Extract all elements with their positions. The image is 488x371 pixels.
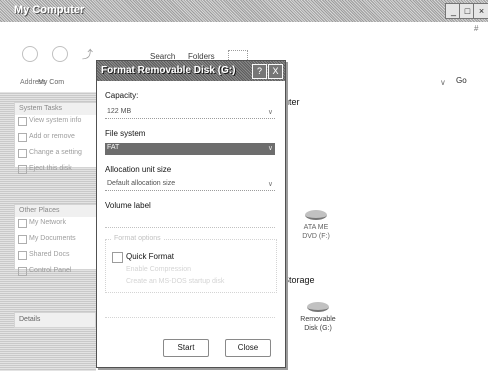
task-pane: System Tasks View system info Add or rem… <box>0 92 98 371</box>
task-item[interactable]: Change a setting <box>15 147 97 163</box>
chevron-down-icon: ∨ <box>267 181 273 188</box>
system-tasks-panel: System Tasks View system info Add or rem… <box>14 102 98 174</box>
dvd-drive-label: ATA ME DVD (F:) <box>302 224 330 240</box>
quick-format-label: Quick Format <box>126 252 175 261</box>
place-icon <box>18 235 27 244</box>
place-item[interactable]: My Network <box>15 217 97 233</box>
volume-label-input[interactable] <box>105 215 275 228</box>
format-options-group: Format options Quick Format Enable Compr… <box>105 235 277 293</box>
allocation-value: Default allocation size <box>107 180 176 187</box>
up-folder-icon[interactable]: ⤴ <box>82 46 93 62</box>
system-tasks-header[interactable]: System Tasks <box>15 103 97 115</box>
address-dropdown-icon[interactable]: ∨ <box>440 78 446 87</box>
format-dialog: Format Removable Disk (G:) ? X Capacity:… <box>96 60 286 368</box>
removable-drive[interactable]: Removable Disk (G:) <box>294 302 342 333</box>
filesystem-label: File system <box>105 129 146 138</box>
filesystem-value: FAT <box>107 144 120 151</box>
address-input[interactable]: My Com <box>38 79 64 86</box>
corner-mark: # <box>474 24 479 33</box>
place-item[interactable]: Control Panel <box>15 265 97 281</box>
place-icon <box>18 267 27 276</box>
go-button[interactable]: Go <box>456 76 484 90</box>
task-icon <box>18 117 27 126</box>
task-icon <box>18 165 27 174</box>
window-title: My Computer <box>14 4 85 16</box>
place-item[interactable]: My Documents <box>15 233 97 249</box>
details-header[interactable]: Details <box>14 312 96 328</box>
task-icon <box>18 133 27 142</box>
help-button[interactable]: ? <box>252 64 267 79</box>
section-heading-storage: Storage <box>283 275 315 285</box>
other-places-header[interactable]: Other Places <box>15 205 97 217</box>
start-button[interactable]: Start <box>163 339 209 357</box>
dialog-title: Format Removable Disk (G:) <box>101 65 236 76</box>
progress-bar <box>105 305 275 318</box>
capacity-select[interactable]: 122 MB ∨ <box>105 107 275 119</box>
back-button[interactable] <box>22 46 38 62</box>
close-window-button[interactable]: × <box>473 3 488 19</box>
dialog-close-button[interactable]: X <box>268 64 283 79</box>
task-icon <box>18 149 27 158</box>
filesystem-select[interactable]: FAT ∨ <box>105 143 275 155</box>
place-icon <box>18 251 27 260</box>
allocation-select[interactable]: Default allocation size ∨ <box>105 179 275 191</box>
dialog-title-bar[interactable]: Format Removable Disk (G:) ? X <box>97 61 285 81</box>
removable-drive-icon <box>307 302 329 312</box>
task-item[interactable]: Add or remove <box>15 131 97 147</box>
dvd-drive[interactable]: ATA ME DVD (F:) <box>296 210 336 241</box>
chevron-down-icon: ∨ <box>267 109 273 116</box>
format-options-title: Format options <box>112 235 163 242</box>
removable-drive-label: Removable Disk (G:) <box>300 316 336 332</box>
msdos-option: Create an MS-DOS startup disk <box>126 278 225 285</box>
capacity-value: 122 MB <box>107 108 132 115</box>
chevron-down-icon: ∨ <box>267 145 273 152</box>
forward-button[interactable] <box>52 46 68 62</box>
volume-label-label: Volume label <box>105 201 151 210</box>
explorer-title-bar[interactable]: My Computer _ □ × <box>0 0 488 22</box>
task-item[interactable]: View system info <box>15 115 97 131</box>
compression-option: Enable Compression <box>126 266 191 273</box>
dvd-drive-icon <box>305 210 327 220</box>
allocation-label: Allocation unit size <box>105 165 172 174</box>
section-heading-computer: uter <box>284 97 300 107</box>
close-button[interactable]: Close <box>225 339 271 357</box>
task-item[interactable]: Eject this disk <box>15 163 97 179</box>
other-places-panel: Other Places My Network My Documents Sha… <box>14 204 98 276</box>
place-item[interactable]: Shared Docs <box>15 249 97 265</box>
quick-format-checkbox[interactable] <box>112 252 123 263</box>
place-icon <box>18 219 27 228</box>
capacity-label: Capacity: <box>105 91 139 100</box>
